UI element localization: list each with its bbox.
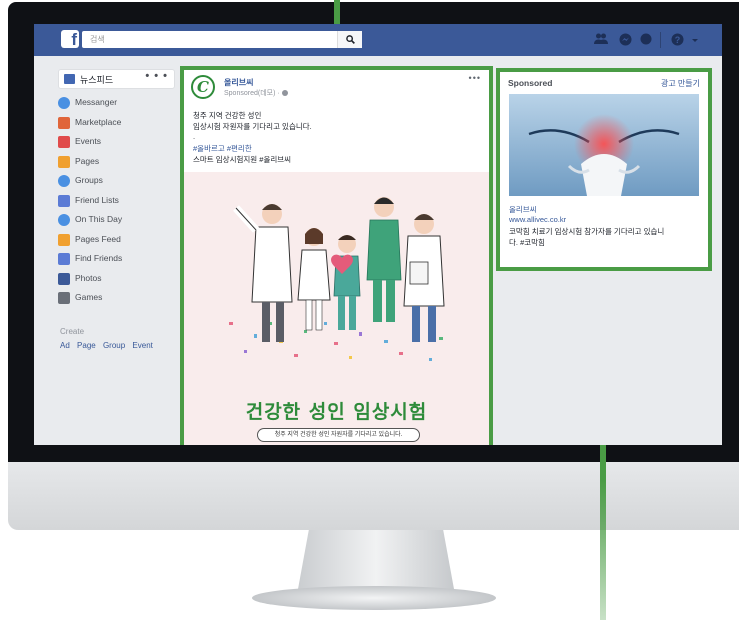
- nasal-congestion-image: [509, 94, 699, 196]
- ad-description: 다. #코막힘: [509, 238, 545, 247]
- post-text-line: .: [193, 132, 196, 141]
- create-page-link[interactable]: Page: [77, 341, 96, 350]
- ad-image[interactable]: [509, 94, 699, 196]
- post-text-line: 임상시험 자원자를 기다리고 있습니다.: [193, 122, 312, 131]
- sidebar-item-label: Pages: [75, 155, 100, 166]
- sidebar-item-label: Pages Feed: [75, 233, 121, 244]
- flag-icon: [58, 155, 70, 168]
- notifications-icon[interactable]: [639, 33, 653, 47]
- sidebar-item-messanger[interactable]: Messanger: [58, 96, 188, 112]
- monitor-chin: [8, 462, 739, 530]
- sidebar-item-label: Marketplace: [75, 116, 122, 127]
- post-sponsored-label: Sponsored(데모) ·: [224, 88, 288, 98]
- create-links: Ad Page Group Event: [60, 341, 158, 350]
- sponsored-post: C 올리브씨 Sponsored(데모) · ••• 청주 지역 건강한 성인 …: [180, 66, 493, 445]
- globe-icon: [281, 90, 288, 97]
- create-ad-link[interactable]: Ad: [60, 341, 70, 350]
- games-icon: [58, 292, 70, 304]
- post-text-line: 청주 지역 건강한 성인: [193, 111, 262, 120]
- sidebar-item-label: Friend Lists: [75, 194, 119, 205]
- pages-feed-icon: [58, 233, 70, 246]
- sidebar-item-events[interactable]: Events: [58, 135, 188, 151]
- find-friends-icon: [58, 253, 70, 265]
- clock-icon: [58, 214, 70, 226]
- search-icon: [345, 35, 355, 44]
- facebook-logo-icon[interactable]: f: [61, 30, 79, 49]
- sidebar-item-label: Find Friends: [75, 253, 123, 263]
- post-image[interactable]: 건강한 성인 임상시험 청주 지역 건강한 성인 자원자를 기다리고 있습니다.: [184, 172, 489, 445]
- post-page-name[interactable]: 올리브씨: [224, 77, 253, 88]
- sidebar-item-label: On This Day: [75, 214, 123, 224]
- ad-page-name[interactable]: 올리브씨: [509, 204, 537, 215]
- sidebar-item-marketplace[interactable]: Marketplace: [58, 116, 188, 132]
- sidebar-item-find-friends[interactable]: Find Friends: [58, 252, 188, 268]
- messenger-icon[interactable]: [618, 33, 632, 47]
- ad-description: 코막힘 치료기 임상시험 참가자를 기다리고 있습니: [509, 227, 665, 236]
- facebook-topbar: f 검색 ?: [34, 24, 722, 56]
- sidebar-item-friend-lists[interactable]: Friend Lists: [58, 194, 188, 210]
- svg-text:?: ?: [674, 35, 680, 45]
- newsfeed-icon: [64, 74, 75, 84]
- sponsored-ad-box: Sponsored 광고 만들기 올리브씨 www.allivec.co.kr …: [496, 68, 712, 271]
- sidebar-item-label: Photos: [75, 272, 102, 283]
- sidebar-item-on-this-day[interactable]: On This Day: [58, 213, 188, 229]
- help-icon[interactable]: ?: [670, 33, 684, 47]
- browser-screen: f 검색 ? 뉴스피드 • • • Messanger Marketplace …: [34, 24, 722, 445]
- photos-icon: [58, 272, 70, 285]
- monitor-stand: [252, 586, 496, 610]
- doctors-illustration: [229, 197, 445, 361]
- friend-requests-icon[interactable]: [594, 33, 608, 47]
- create-ad-link[interactable]: 광고 만들기: [661, 78, 700, 89]
- sidebar-item-photos[interactable]: Photos: [58, 272, 188, 288]
- sidebar-item-pages-feed[interactable]: Pages Feed: [58, 233, 188, 249]
- sidebar-item-newsfeed[interactable]: 뉴스피드 • • •: [58, 69, 175, 89]
- groups-icon: [58, 175, 70, 187]
- friends-icon: [58, 194, 70, 207]
- calendar-icon: [58, 136, 70, 148]
- search-input[interactable]: 검색: [82, 31, 362, 48]
- topbar-divider: [660, 32, 661, 48]
- messenger-icon: [58, 97, 70, 109]
- post-options-icon[interactable]: •••: [469, 73, 481, 83]
- newsfeed-label: 뉴스피드: [80, 75, 114, 85]
- post-image-headline: 건강한 성인 임상시험: [245, 401, 428, 423]
- search-button[interactable]: [337, 31, 362, 48]
- create-label: Create: [60, 327, 85, 336]
- post-image-caption: 청주 지역 건강한 성인 자원자를 기다리고 있습니다.: [257, 428, 420, 442]
- newsfeed-more-icon[interactable]: • • •: [145, 70, 168, 82]
- marketplace-icon: [58, 116, 70, 129]
- sponsored-text: Sponsored(데모) ·: [224, 90, 282, 97]
- sidebar-item-label: Groups: [75, 175, 103, 185]
- sidebar-item-label: Events: [75, 136, 101, 146]
- page-avatar[interactable]: C: [191, 75, 215, 99]
- sidebar-item-label: Games: [75, 292, 103, 302]
- account-menu-icon[interactable]: [688, 33, 702, 47]
- sidebar-item-groups[interactable]: Groups: [58, 174, 188, 190]
- post-text-line: 스마트 임상시험지원 #올리브씨: [193, 155, 292, 164]
- create-group-link[interactable]: Group: [103, 341, 125, 350]
- post-hashtags[interactable]: #올바르고 #편리한: [193, 143, 252, 154]
- ad-sponsored-heading: Sponsored: [508, 78, 553, 88]
- ad-url[interactable]: www.allivec.co.kr: [509, 215, 566, 224]
- sidebar-item-pages[interactable]: Pages: [58, 155, 188, 171]
- create-event-link[interactable]: Event: [132, 341, 152, 350]
- sidebar-item-label: Messanger: [75, 97, 118, 107]
- sidebar-item-games[interactable]: Games: [58, 291, 188, 307]
